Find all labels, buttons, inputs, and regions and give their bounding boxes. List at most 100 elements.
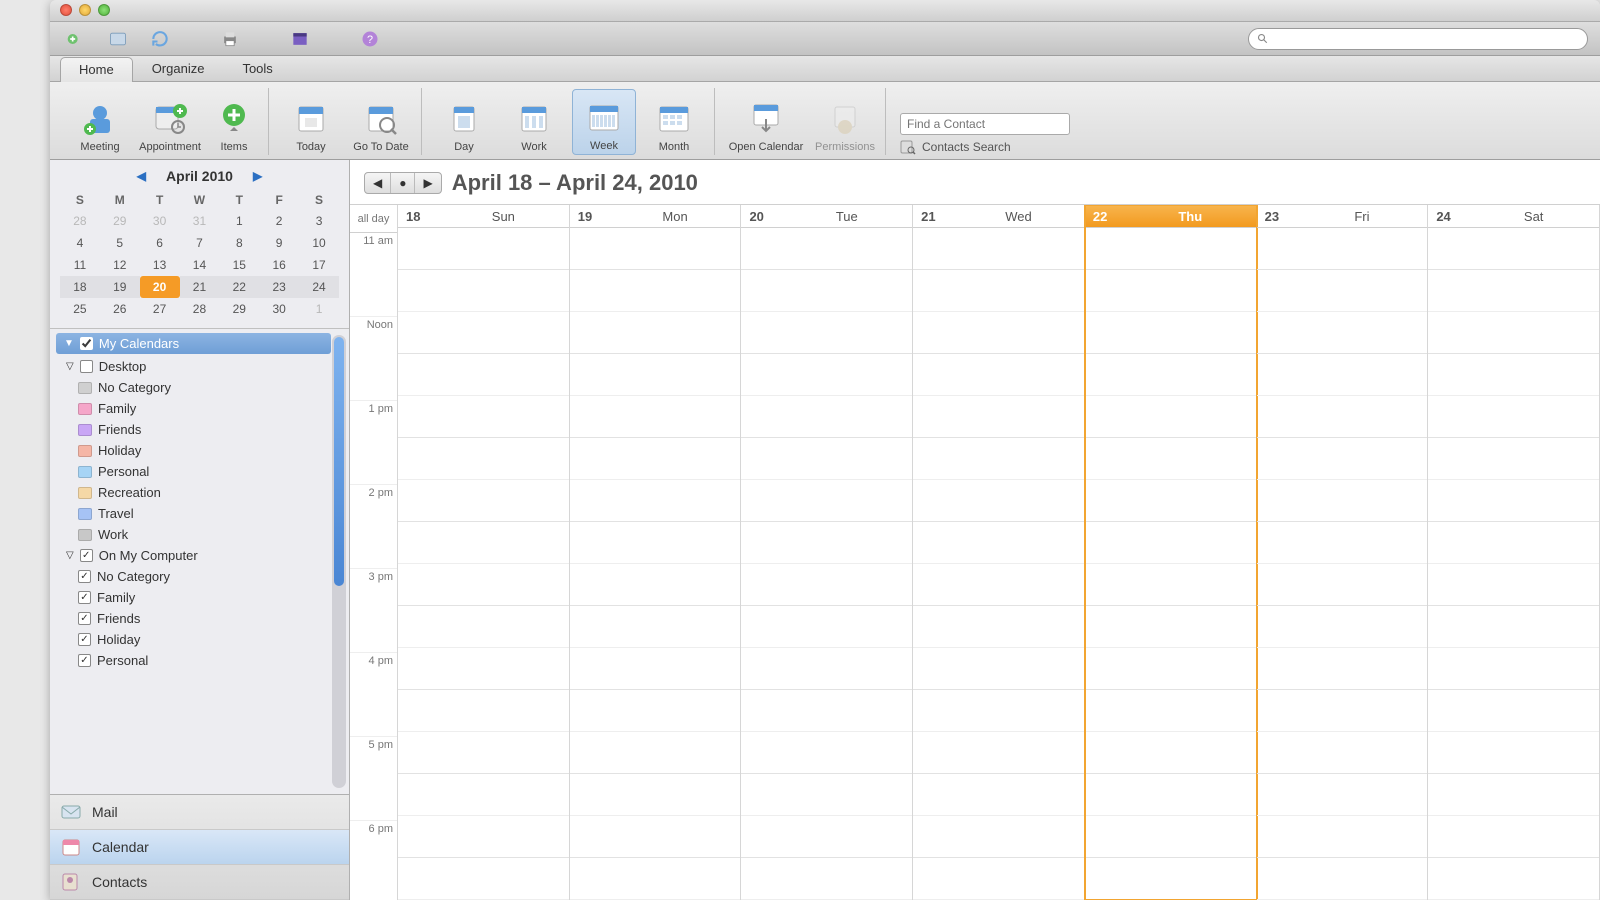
calendar-item[interactable]: ✓Family <box>56 587 331 608</box>
time-slot[interactable] <box>1257 270 1428 312</box>
my-calendars-header[interactable]: ▼My Calendars <box>56 333 331 354</box>
time-slot[interactable] <box>1257 564 1428 606</box>
time-slot[interactable] <box>398 522 569 564</box>
time-slot[interactable] <box>741 606 912 648</box>
time-slot[interactable] <box>1085 564 1256 606</box>
minical-day[interactable]: 31 <box>180 210 220 232</box>
tab-tools[interactable]: Tools <box>223 56 291 81</box>
time-slot[interactable] <box>1428 270 1599 312</box>
find-contact-input[interactable] <box>900 113 1070 135</box>
time-slot[interactable] <box>913 816 1084 858</box>
time-slot[interactable] <box>1257 648 1428 690</box>
time-slot[interactable] <box>398 606 569 648</box>
time-slot[interactable] <box>1428 396 1599 438</box>
time-slot[interactable] <box>913 690 1084 732</box>
time-slot[interactable] <box>1257 312 1428 354</box>
time-slot[interactable] <box>1428 774 1599 816</box>
calendar-item[interactable]: Work <box>56 524 331 545</box>
day-column[interactable]: 21Wed <box>913 205 1085 900</box>
time-slot[interactable] <box>913 606 1084 648</box>
minical-day[interactable]: 27 <box>140 298 180 320</box>
minical-day[interactable]: 19 <box>100 276 140 298</box>
time-slot[interactable] <box>741 774 912 816</box>
time-slot[interactable] <box>570 774 741 816</box>
send-receive-icon[interactable] <box>62 27 90 51</box>
group-checkbox[interactable] <box>80 360 93 373</box>
minical-day[interactable]: 13 <box>140 254 180 276</box>
time-slot[interactable] <box>1085 648 1256 690</box>
minical-day[interactable]: 8 <box>219 232 259 254</box>
minical-day[interactable]: 18 <box>60 276 100 298</box>
time-slot[interactable] <box>1257 396 1428 438</box>
time-slot[interactable] <box>741 564 912 606</box>
time-slot[interactable] <box>570 396 741 438</box>
time-slot[interactable] <box>913 480 1084 522</box>
time-slot[interactable] <box>570 228 741 270</box>
time-slot[interactable] <box>1428 480 1599 522</box>
time-slot[interactable] <box>1428 312 1599 354</box>
time-slot[interactable] <box>913 396 1084 438</box>
nav-back-icon[interactable]: ◀ <box>365 173 391 193</box>
time-slot[interactable] <box>1428 690 1599 732</box>
time-slot[interactable] <box>398 354 569 396</box>
work-view-button[interactable]: Work <box>502 89 566 155</box>
time-slot[interactable] <box>398 648 569 690</box>
minical-day[interactable]: 14 <box>180 254 220 276</box>
time-slot[interactable] <box>398 858 569 900</box>
contacts-search-button[interactable]: Contacts Search <box>900 139 1070 155</box>
day-column[interactable]: 20Tue <box>741 205 913 900</box>
time-slot[interactable] <box>1428 732 1599 774</box>
time-slot[interactable] <box>913 648 1084 690</box>
calendar-item[interactable]: No Category <box>56 377 331 398</box>
time-slot[interactable] <box>570 564 741 606</box>
minical-day[interactable]: 7 <box>180 232 220 254</box>
window-minimize-button[interactable] <box>79 4 91 16</box>
time-slot[interactable] <box>741 438 912 480</box>
time-slot[interactable] <box>570 522 741 564</box>
time-slot[interactable] <box>1085 732 1256 774</box>
time-slot[interactable] <box>1428 522 1599 564</box>
minical-day[interactable]: 29 <box>100 210 140 232</box>
day-header[interactable]: 19Mon <box>570 205 741 228</box>
print-icon[interactable] <box>216 27 244 51</box>
time-slot[interactable] <box>1428 354 1599 396</box>
minical-day[interactable]: 1 <box>299 298 339 320</box>
time-slot[interactable] <box>398 228 569 270</box>
minical-day[interactable]: 24 <box>299 276 339 298</box>
time-slot[interactable] <box>1085 354 1256 396</box>
time-slot[interactable] <box>741 690 912 732</box>
calendar-checkbox[interactable]: ✓ <box>78 654 91 667</box>
time-slot[interactable] <box>913 564 1084 606</box>
calendar-item[interactable]: Holiday <box>56 440 331 461</box>
time-slot[interactable] <box>1085 690 1256 732</box>
time-slot[interactable] <box>1085 858 1256 900</box>
time-slot[interactable] <box>913 732 1084 774</box>
week-view-button[interactable]: Week <box>572 89 636 155</box>
time-slot[interactable] <box>913 522 1084 564</box>
window-zoom-button[interactable] <box>98 4 110 16</box>
time-slot[interactable] <box>741 312 912 354</box>
time-slot[interactable] <box>570 438 741 480</box>
time-slot[interactable] <box>570 354 741 396</box>
day-column[interactable]: 19Mon <box>570 205 742 900</box>
nav-today-dot-icon[interactable]: ● <box>391 173 415 193</box>
minical-day[interactable]: 3 <box>299 210 339 232</box>
nav-contacts[interactable]: Contacts <box>50 865 349 900</box>
time-slot[interactable] <box>1257 732 1428 774</box>
time-slot[interactable] <box>1085 228 1256 270</box>
day-view-button[interactable]: Day <box>432 89 496 155</box>
time-slot[interactable] <box>741 648 912 690</box>
minical-day[interactable]: 30 <box>259 298 299 320</box>
time-slot[interactable] <box>1085 522 1256 564</box>
minical-day[interactable]: 28 <box>60 210 100 232</box>
time-slot[interactable] <box>570 858 741 900</box>
time-slot[interactable] <box>1085 270 1256 312</box>
minical-day[interactable]: 22 <box>219 276 259 298</box>
minical-day[interactable]: 4 <box>60 232 100 254</box>
day-header[interactable]: 21Wed <box>913 205 1084 228</box>
time-slot[interactable] <box>913 858 1084 900</box>
open-calendar-button[interactable]: Open Calendar <box>725 89 807 155</box>
time-slot[interactable] <box>913 270 1084 312</box>
my-day-icon[interactable] <box>286 27 314 51</box>
minical-day[interactable]: 28 <box>180 298 220 320</box>
